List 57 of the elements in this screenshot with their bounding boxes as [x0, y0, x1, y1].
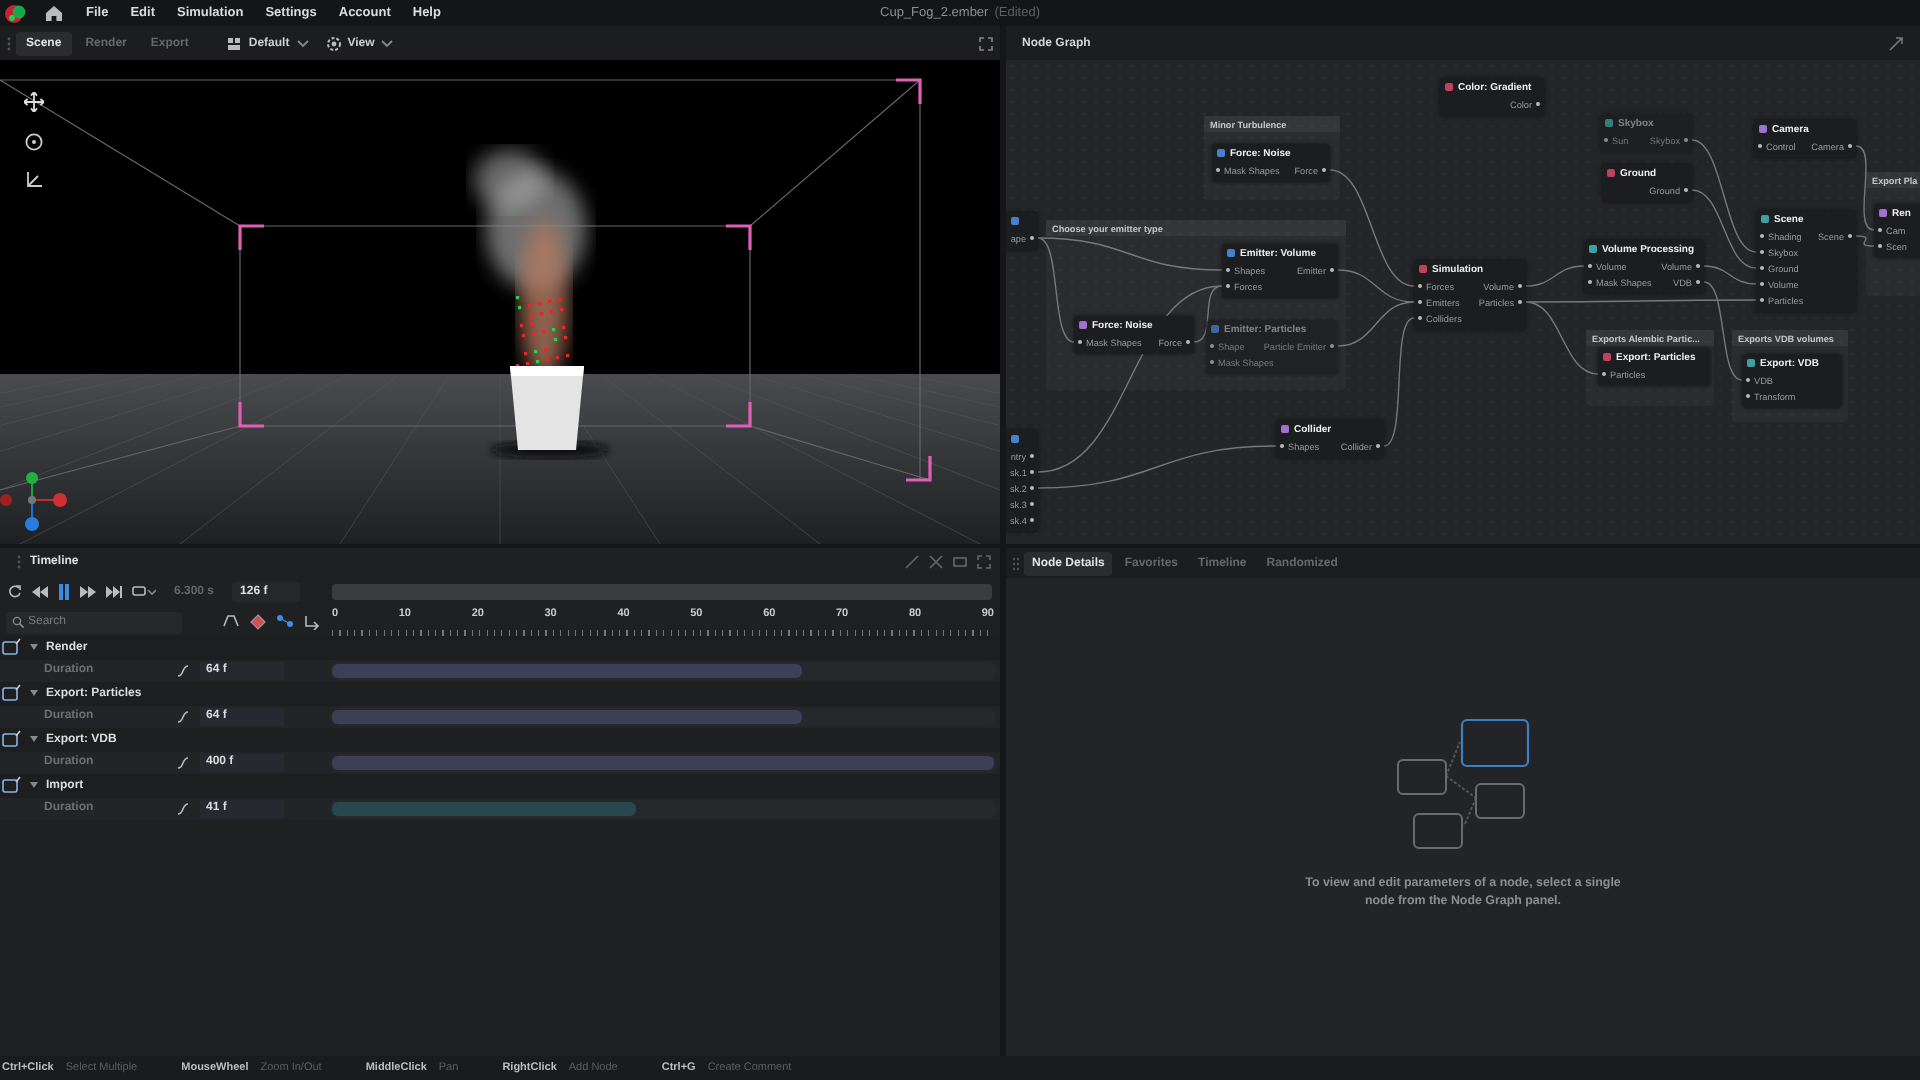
node-type-icon — [1588, 244, 1598, 254]
node-wire — [1525, 265, 1585, 287]
node-type-icon — [1760, 214, 1770, 224]
expand-caret-icon[interactable] — [30, 690, 38, 697]
drag-handle-icon — [16, 553, 22, 569]
node-type-icon — [1746, 358, 1756, 368]
axes-tool-icon[interactable] — [24, 170, 44, 190]
keyframe-icon[interactable] — [250, 614, 266, 630]
node-type-icon — [1010, 216, 1020, 226]
curve-icon[interactable] — [176, 755, 190, 770]
expand-caret-icon[interactable] — [30, 644, 38, 651]
pause-icon[interactable] — [58, 583, 70, 599]
step-forward-icon[interactable] — [80, 585, 96, 597]
node-type-icon — [1418, 264, 1428, 274]
loop-icon[interactable] — [132, 583, 156, 599]
node-type-icon — [1226, 248, 1236, 258]
expand-icon[interactable] — [1888, 35, 1904, 51]
drag-handle-icon — [6, 35, 12, 51]
curve-icon[interactable] — [176, 663, 190, 678]
caret-icon — [380, 38, 395, 48]
node-graph-illustration-drawing — [1395, 718, 1531, 854]
node-wire — [1855, 235, 1875, 247]
rotate-tool-icon[interactable] — [24, 132, 44, 152]
move-tool-icon[interactable] — [24, 92, 44, 112]
layout-icon — [226, 35, 243, 51]
close-icon[interactable] — [928, 553, 944, 569]
node-type-icon — [1444, 82, 1454, 92]
expand-caret-icon[interactable] — [30, 782, 38, 789]
link-icon[interactable] — [276, 614, 294, 628]
node-type-icon — [1602, 352, 1612, 362]
node-type-icon — [1878, 208, 1888, 218]
node-type-icon — [1210, 324, 1220, 334]
node-type-icon — [1010, 434, 1020, 444]
skip-end-icon[interactable] — [106, 585, 122, 597]
node-wire — [1691, 139, 1757, 253]
eye-icon — [325, 35, 342, 51]
collapse-icon[interactable] — [904, 553, 920, 569]
curve-icon[interactable] — [222, 614, 240, 628]
node-type-icon — [1606, 168, 1616, 178]
caret-icon — [295, 38, 310, 48]
curve-icon[interactable] — [176, 801, 190, 816]
home-icon[interactable] — [40, 4, 68, 22]
step-back-icon[interactable] — [32, 585, 48, 597]
reset-icon[interactable] — [8, 584, 22, 598]
node-wire — [1855, 145, 1875, 231]
axis-gizmo-icon[interactable] — [0, 472, 68, 532]
search-icon — [12, 616, 24, 628]
corner-arrow-icon[interactable] — [304, 614, 320, 630]
node-type-icon — [1604, 118, 1614, 128]
node-type-icon — [1280, 424, 1290, 434]
expand-caret-icon[interactable] — [30, 736, 38, 743]
node-type-icon — [1758, 124, 1768, 134]
node-type-icon — [1078, 320, 1088, 330]
curve-icon[interactable] — [176, 709, 190, 724]
app-logo-icon — [4, 1, 28, 25]
node-type-icon — [1216, 148, 1226, 158]
fullscreen-icon[interactable] — [978, 35, 994, 51]
